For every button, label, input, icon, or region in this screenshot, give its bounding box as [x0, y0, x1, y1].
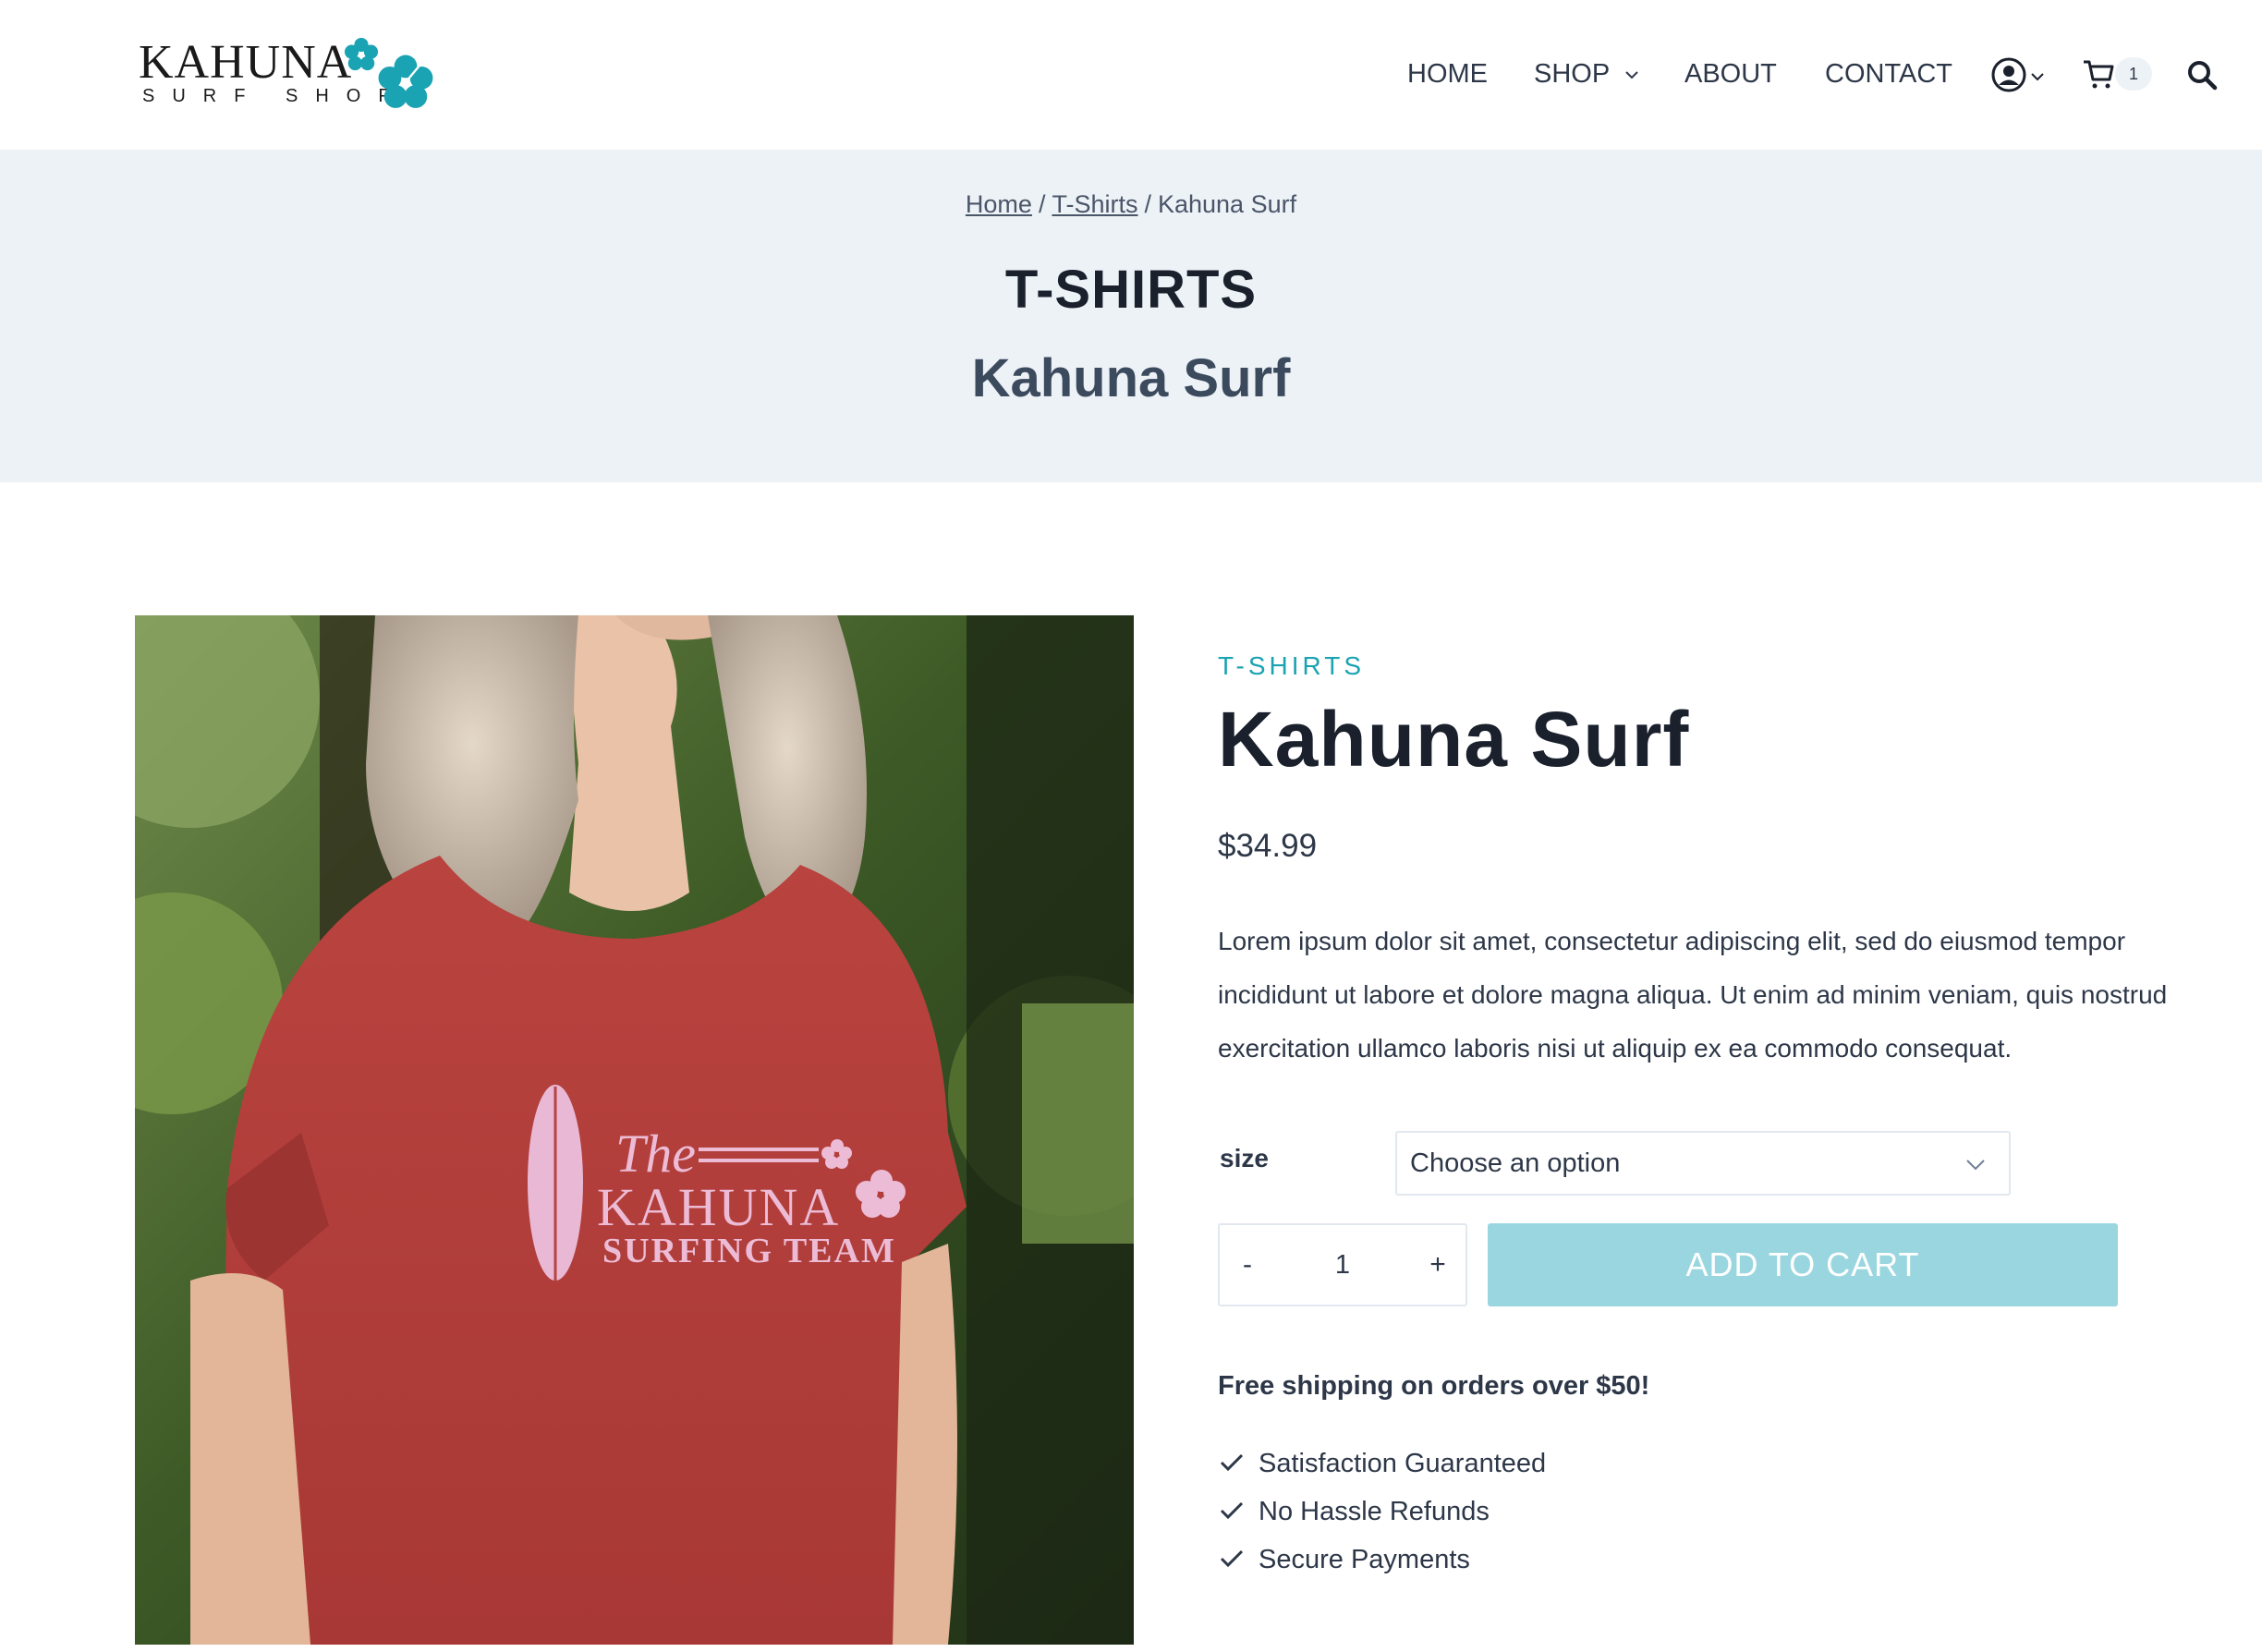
breadcrumb-separator: /	[1038, 190, 1046, 218]
feature-label: No Hassle Refunds	[1259, 1497, 1490, 1526]
shirt-print-the: The	[615, 1124, 696, 1184]
size-select[interactable]: Choose an option	[1395, 1131, 2011, 1196]
breadcrumb-separator: /	[1144, 190, 1151, 218]
product-photo: The KAHUNA SURFING TEAM	[135, 615, 1134, 1645]
product-category-link[interactable]: T-SHIRTS	[1218, 651, 1365, 681]
quantity-decrease-button[interactable]: -	[1220, 1225, 1275, 1305]
shipping-note: Free shipping on orders over $50!	[1218, 1371, 1650, 1401]
feature-label: Secure Payments	[1259, 1545, 1470, 1574]
product-summary: T-SHIRTS Kahuna Surf $34.99 Lorem ipsum …	[1218, 0, 2234, 1652]
feature-label: Satisfaction Guaranteed	[1259, 1449, 1547, 1478]
logo-subtitle: SURF SHOP	[142, 86, 408, 106]
feature-item: Satisfaction Guaranteed	[1218, 1443, 1546, 1491]
product-price: $34.99	[1218, 828, 1318, 864]
product-image[interactable]: The KAHUNA SURFING TEAM	[135, 615, 1134, 1645]
shirt-print-kahuna: KAHUNA	[597, 1177, 840, 1237]
chevron-down-icon	[1966, 1160, 1985, 1171]
quantity-input[interactable]: 1	[1284, 1225, 1401, 1305]
site-logo[interactable]: KAHUNA SURF SHOP	[139, 35, 444, 118]
hibiscus-large-icon	[378, 55, 433, 108]
check-icon	[1220, 1549, 1244, 1568]
logo-wordmark: KAHUNA	[139, 36, 353, 89]
breadcrumb-category[interactable]: T-Shirts	[1052, 190, 1137, 218]
shirt-print-surfing-team: SURFING TEAM	[602, 1232, 896, 1270]
size-label: size	[1220, 1144, 1269, 1172]
breadcrumb-home[interactable]: Home	[966, 190, 1032, 218]
product-title: Kahuna Surf	[1218, 696, 1690, 783]
size-select-value: Choose an option	[1410, 1148, 1621, 1178]
check-icon	[1220, 1453, 1244, 1472]
check-icon	[1220, 1501, 1244, 1520]
quantity-stepper: - 1 +	[1218, 1223, 1467, 1306]
hibiscus-icon	[344, 37, 379, 71]
feature-list: Satisfaction Guaranteed No Hassle Refund…	[1218, 1443, 1546, 1587]
add-to-cart-button[interactable]: ADD TO CART	[1488, 1223, 2118, 1306]
product-description: Lorem ipsum dolor sit amet, consectetur …	[1218, 927, 2168, 1063]
quantity-increase-button[interactable]: +	[1410, 1225, 1465, 1305]
feature-item: Secure Payments	[1218, 1539, 1546, 1587]
feature-item: No Hassle Refunds	[1218, 1491, 1546, 1539]
